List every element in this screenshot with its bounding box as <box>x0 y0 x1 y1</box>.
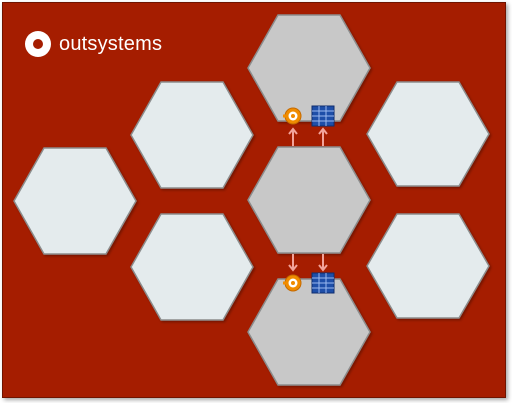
arrow-down-left <box>288 254 298 272</box>
database-icon <box>311 272 335 294</box>
database-icon <box>311 105 335 127</box>
arrow-down-right <box>318 254 328 272</box>
hex-upper-left <box>130 81 254 189</box>
arrow-up-right <box>318 127 328 146</box>
hexagon-diagram <box>13 14 490 386</box>
hex-left <box>13 147 137 255</box>
arrow-up-left <box>288 127 298 146</box>
hex-bottom-center <box>247 278 371 386</box>
hex-middle-center <box>247 146 371 254</box>
hex-lower-right <box>366 213 490 319</box>
hex-lower-left <box>130 213 254 321</box>
hex-upper-right <box>366 81 490 187</box>
hex-top-center <box>247 14 371 122</box>
